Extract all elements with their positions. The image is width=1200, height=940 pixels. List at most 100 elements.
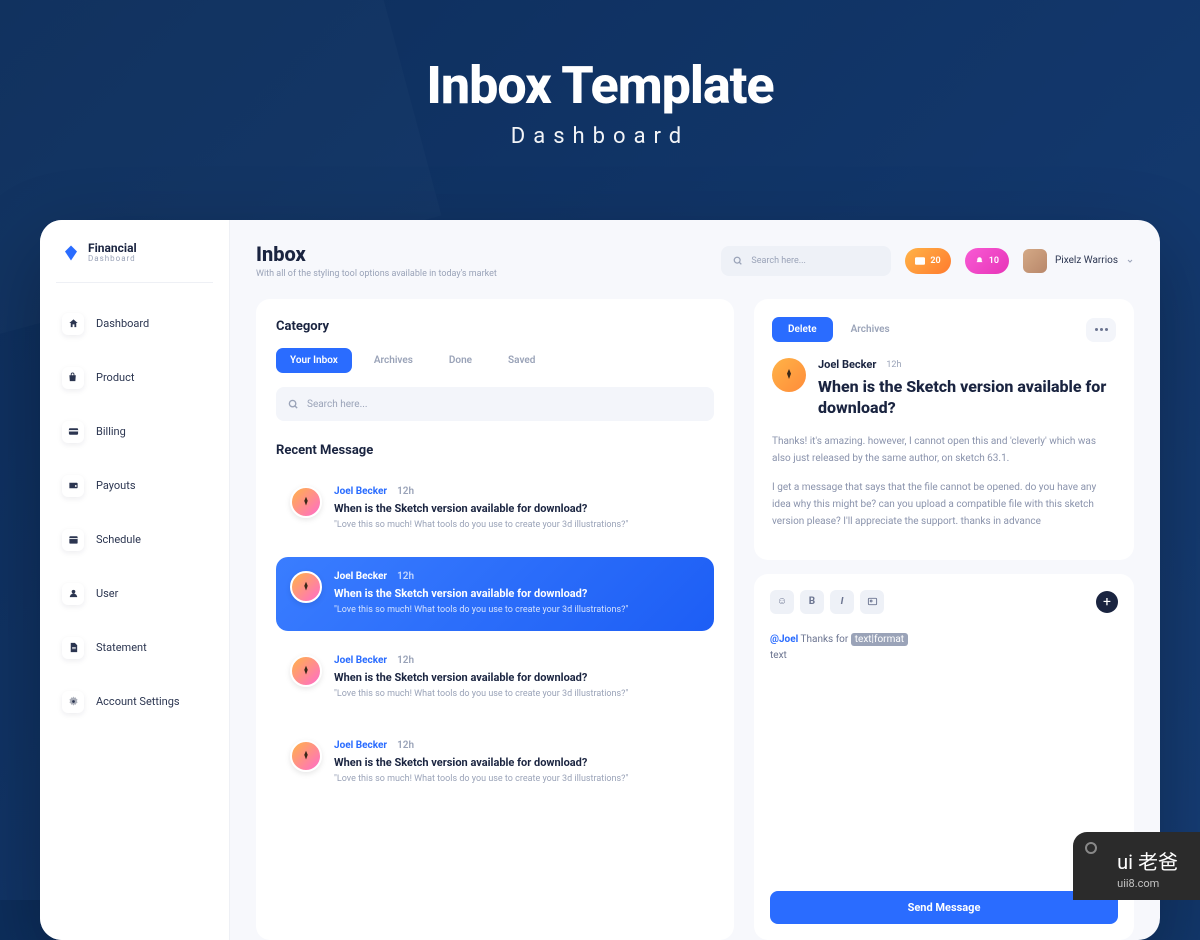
message-preview: "Love this so much! What tools do you us… bbox=[334, 688, 700, 702]
message-item[interactable]: Joel Becker 12h When is the Sketch versio… bbox=[276, 641, 714, 716]
detail-time: 12h bbox=[886, 360, 901, 370]
user-icon bbox=[62, 583, 84, 605]
image-button[interactable] bbox=[860, 590, 884, 614]
message-subject: When is the Sketch version available for… bbox=[334, 671, 700, 684]
detail-sender: Joel Becker bbox=[818, 358, 876, 371]
app-window: Financial Dashboard Dashboard Product Bill… bbox=[40, 220, 1160, 940]
page-subtitle: With all of the styling tool options ava… bbox=[256, 269, 707, 279]
notification-badge[interactable]: 10 bbox=[965, 248, 1009, 274]
detail-subject: When is the Sketch version available for… bbox=[818, 377, 1116, 419]
tab-your-inbox[interactable]: Your Inbox bbox=[276, 348, 352, 373]
compose-input[interactable]: @Joel Thanks for text|format text bbox=[770, 632, 1118, 891]
message-preview: "Love this so much! What tools do you us… bbox=[334, 604, 700, 618]
message-time: 12h bbox=[397, 486, 414, 497]
user-menu[interactable]: Pixelz Warrios bbox=[1023, 249, 1134, 273]
topbar: Inbox With all of the styling tool optio… bbox=[230, 220, 1160, 291]
user-avatar bbox=[1023, 249, 1047, 273]
message-item[interactable]: Joel Becker 12h When is the Sketch versio… bbox=[276, 726, 714, 801]
tab-saved[interactable]: Saved bbox=[494, 348, 549, 373]
message-avatar bbox=[290, 740, 322, 772]
message-avatar bbox=[290, 655, 322, 687]
message-subject: When is the Sketch version available for… bbox=[334, 502, 700, 515]
nav-label: Billing bbox=[96, 425, 126, 438]
brand: Financial Dashboard bbox=[56, 242, 213, 283]
message-sender: Joel Becker bbox=[334, 740, 387, 751]
add-button[interactable]: + bbox=[1096, 591, 1118, 613]
bag-icon bbox=[62, 367, 84, 389]
send-button[interactable]: Send Message bbox=[770, 891, 1118, 924]
global-search-input[interactable]: Search here... bbox=[721, 246, 891, 276]
nav-label: User bbox=[96, 587, 118, 600]
sidebar-item-product[interactable]: Product bbox=[56, 357, 213, 399]
nav-label: Statement bbox=[96, 641, 147, 654]
hero-title: Inbox Template bbox=[0, 55, 1200, 116]
message-avatar bbox=[290, 571, 322, 603]
sidebar-item-user[interactable]: User bbox=[56, 573, 213, 615]
message-avatar bbox=[290, 486, 322, 518]
recent-title: Recent Message bbox=[276, 443, 714, 458]
detail-body: Thanks! it's amazing. however, I cannot … bbox=[772, 433, 1116, 530]
more-button[interactable] bbox=[1086, 318, 1116, 342]
delete-button[interactable]: Delete bbox=[772, 317, 833, 342]
content-row: Category Your Inbox Archives Done Saved Sea… bbox=[230, 291, 1160, 940]
emoji-button[interactable]: ☺ bbox=[770, 590, 794, 614]
wallet-icon bbox=[62, 475, 84, 497]
nav-label: Product bbox=[96, 371, 134, 384]
sidebar-item-statement[interactable]: Statement bbox=[56, 627, 213, 669]
message-preview: "Love this so much! What tools do you us… bbox=[334, 519, 700, 533]
compose-toolbar: ☺ B I + bbox=[770, 590, 1118, 614]
main-area: Inbox With all of the styling tool optio… bbox=[230, 220, 1160, 940]
nav-label: Dashboard bbox=[96, 317, 149, 330]
sidebar: Financial Dashboard Dashboard Product Bill… bbox=[40, 220, 230, 940]
search-placeholder: Search here... bbox=[751, 256, 805, 266]
card-icon bbox=[62, 421, 84, 443]
bell-icon bbox=[975, 256, 984, 266]
brand-sub: Dashboard bbox=[88, 255, 137, 264]
sidebar-item-schedule[interactable]: Schedule bbox=[56, 519, 213, 561]
category-tabs: Your Inbox Archives Done Saved bbox=[276, 348, 714, 373]
user-name: Pixelz Warrios bbox=[1055, 255, 1118, 266]
message-item[interactable]: Joel Becker 12h When is the Sketch versio… bbox=[276, 472, 714, 547]
category-title: Category bbox=[276, 319, 714, 334]
home-icon bbox=[62, 313, 84, 335]
page-title: Inbox bbox=[256, 242, 707, 266]
detail-panel: Delete Archives Joel Becker 12h bbox=[754, 299, 1134, 560]
category-search-input[interactable]: Search here... bbox=[276, 387, 714, 421]
nav-label: Account Settings bbox=[96, 695, 180, 708]
message-subject: When is the Sketch version available for… bbox=[334, 587, 700, 600]
calendar-icon bbox=[62, 529, 84, 551]
italic-button[interactable]: I bbox=[830, 590, 854, 614]
sidebar-item-account-settings[interactable]: Account Settings bbox=[56, 681, 213, 723]
nav-label: Payouts bbox=[96, 479, 136, 492]
bold-button[interactable]: B bbox=[800, 590, 824, 614]
nav-label: Schedule bbox=[96, 533, 141, 546]
message-sender: Joel Becker bbox=[334, 571, 387, 582]
chevron-down-icon bbox=[1126, 257, 1134, 265]
hero-subtitle: Dashboard bbox=[0, 124, 1200, 149]
sidebar-item-billing[interactable]: Billing bbox=[56, 411, 213, 453]
doc-icon bbox=[62, 637, 84, 659]
message-sender: Joel Becker bbox=[334, 486, 387, 497]
mail-badge[interactable]: 20 bbox=[905, 248, 950, 274]
tab-done[interactable]: Done bbox=[435, 348, 486, 373]
detail-actions: Delete Archives bbox=[772, 317, 1116, 342]
message-subject: When is the Sketch version available for… bbox=[334, 756, 700, 769]
archives-button[interactable]: Archives bbox=[841, 317, 900, 342]
tab-archives[interactable]: Archives bbox=[360, 348, 427, 373]
search-icon bbox=[733, 256, 743, 266]
message-preview: "Love this so much! What tools do you us… bbox=[334, 773, 700, 787]
message-item[interactable]: Joel Becker12h When is the Sketch versio… bbox=[276, 557, 714, 632]
hero-header: Inbox Template Dashboard bbox=[0, 0, 1200, 179]
sidebar-item-payouts[interactable]: Payouts bbox=[56, 465, 213, 507]
message-time: 12h bbox=[397, 740, 414, 751]
page-titles: Inbox With all of the styling tool optio… bbox=[256, 242, 707, 279]
gear-icon bbox=[62, 691, 84, 713]
detail-avatar bbox=[772, 358, 806, 392]
sidebar-item-dashboard[interactable]: Dashboard bbox=[56, 303, 213, 345]
search-icon bbox=[288, 399, 299, 410]
message-time: 12h bbox=[397, 655, 414, 666]
category-panel: Category Your Inbox Archives Done Saved Sea… bbox=[256, 299, 734, 940]
message-sender: Joel Becker bbox=[334, 655, 387, 666]
watermark: ui 老爸 uii8.com bbox=[1073, 832, 1200, 900]
brand-logo-icon bbox=[62, 244, 80, 262]
